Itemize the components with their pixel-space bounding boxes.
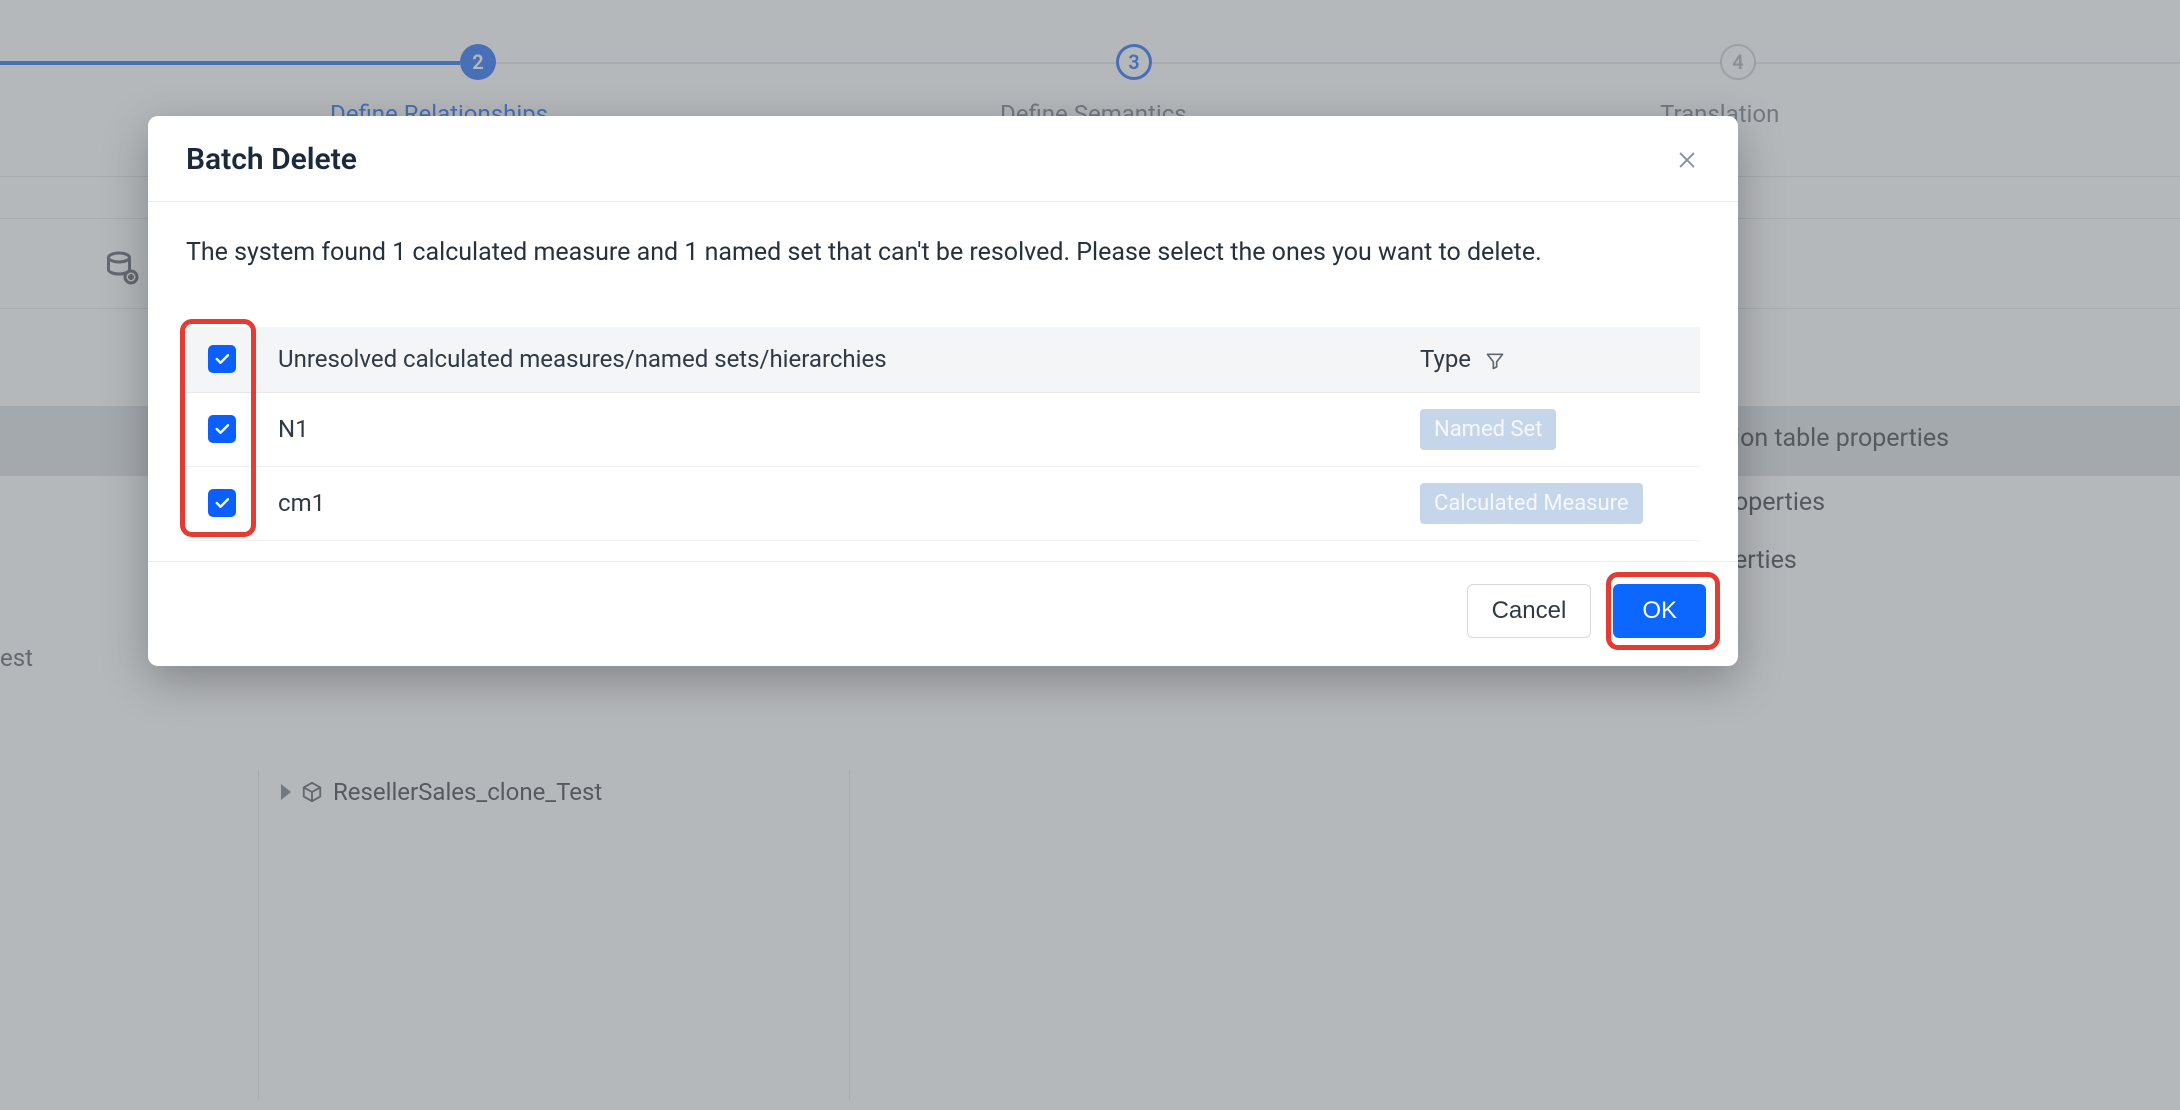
close-icon bbox=[1676, 149, 1698, 171]
check-icon bbox=[213, 494, 231, 512]
dialog-title: Batch Delete bbox=[186, 142, 357, 177]
row-name: cm1 bbox=[258, 466, 1400, 540]
row-type-cell: Named Set bbox=[1400, 392, 1700, 466]
close-button[interactable] bbox=[1670, 143, 1704, 177]
dialog-footer: Cancel OK bbox=[148, 561, 1738, 666]
select-all-checkbox[interactable] bbox=[208, 345, 236, 373]
row-checkbox-cell bbox=[186, 392, 258, 466]
row-checkbox[interactable] bbox=[208, 415, 236, 443]
ok-button[interactable]: OK bbox=[1613, 584, 1706, 638]
type-pill: Calculated Measure bbox=[1420, 483, 1643, 524]
table-row[interactable]: cm1 Calculated Measure bbox=[186, 466, 1700, 540]
row-name: N1 bbox=[258, 392, 1400, 466]
dialog-body: The system found 1 calculated measure an… bbox=[148, 202, 1738, 561]
header-type-label: Type bbox=[1420, 345, 1471, 373]
row-checkbox[interactable] bbox=[208, 489, 236, 517]
check-icon bbox=[213, 420, 231, 438]
table-header-row: Unresolved calculated measures/named set… bbox=[186, 327, 1700, 393]
cancel-button[interactable]: Cancel bbox=[1467, 584, 1592, 638]
dialog-intro-text: The system found 1 calculated measure an… bbox=[186, 232, 1700, 275]
header-type[interactable]: Type bbox=[1400, 327, 1700, 393]
header-name: Unresolved calculated measures/named set… bbox=[258, 327, 1400, 393]
header-checkbox-cell bbox=[186, 327, 258, 393]
table-row[interactable]: N1 Named Set bbox=[186, 392, 1700, 466]
row-type-cell: Calculated Measure bbox=[1400, 466, 1700, 540]
check-icon bbox=[213, 350, 231, 368]
dialog-header: Batch Delete bbox=[148, 116, 1738, 202]
unresolved-items-table: Unresolved calculated measures/named set… bbox=[186, 327, 1700, 541]
row-checkbox-cell bbox=[186, 466, 258, 540]
filter-icon[interactable] bbox=[1485, 351, 1505, 371]
batch-delete-dialog: Batch Delete The system found 1 calculat… bbox=[148, 116, 1738, 666]
type-pill: Named Set bbox=[1420, 409, 1556, 450]
table-container: Unresolved calculated measures/named set… bbox=[186, 327, 1700, 541]
